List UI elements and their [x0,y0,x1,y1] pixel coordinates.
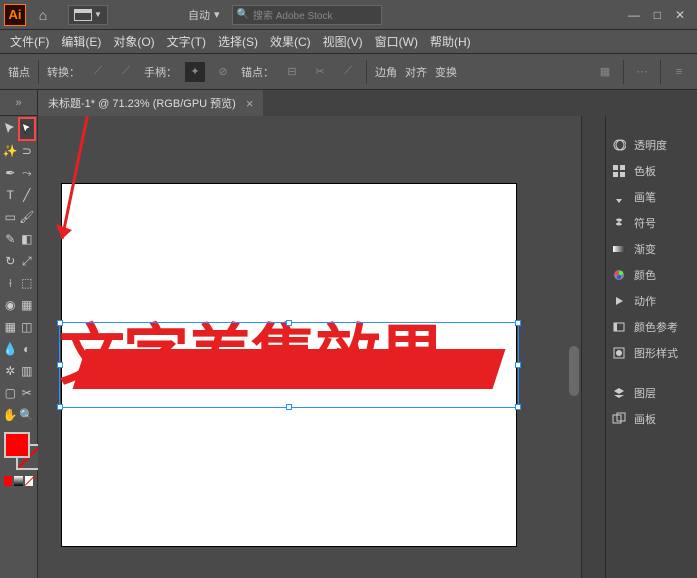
workspace-dropdown-icon[interactable]: ▾ [214,8,220,21]
width-tool[interactable]: ⟊ [2,272,19,294]
perspective-tool[interactable]: ▦ [19,294,36,316]
panel-color-guide[interactable]: 颜色参考 [606,314,697,340]
tab-close-icon[interactable]: × [246,96,254,111]
connect-anchor-icon[interactable]: ⟋ [338,62,358,82]
search-input[interactable]: 🔍 搜索 Adobe Stock [232,5,382,25]
anchor-label: 锚点 [8,64,30,80]
eyedropper-tool[interactable]: 💧 [2,338,19,360]
shape-builder-tool[interactable]: ◉ [2,294,19,316]
menu-edit[interactable]: 编辑(E) [57,31,105,52]
rotate-tool[interactable]: ↻ [2,250,19,272]
gradient-tool[interactable]: ◫ [19,316,36,338]
close-button[interactable]: ✕ [675,8,685,22]
document-tab-bar: » 未标题-1* @ 71.23% (RGB/GPU 预览) × [0,90,697,116]
fill-swatch[interactable] [4,432,30,458]
menu-icon[interactable]: ≡ [669,62,689,82]
handle-hide-icon[interactable]: ⊘ [213,62,233,82]
corner-label[interactable]: 边角 [375,64,397,80]
cut-path-icon[interactable]: ✂ [310,62,330,82]
blend-tool[interactable]: ◐ [19,338,36,360]
menu-effect[interactable]: 效果(C) [266,31,315,52]
maximize-button[interactable]: □ [654,8,661,22]
control-bar: 锚点 转换： ⟋ ⟋ 手柄： ✦ ⊘ 锚点： ⊟ ✂ ⟋ 边角 对齐 变换 ▦ … [0,54,697,90]
paintbrush-tool[interactable]: 🖌 [19,206,36,228]
search-icon: 🔍 [237,9,249,20]
search-placeholder: 搜索 Adobe Stock [253,7,332,22]
handle-label: 手柄： [144,64,177,80]
mesh-tool[interactable]: ▦ [2,316,19,338]
right-panel-dock: 透明度 色板 画笔 符号 渐变 颜色 动作 颜色参考 图形样式 图层 画板 [581,116,697,578]
anchor2-label: 锚点： [241,64,274,80]
tutorial-arrow-annotation [42,116,112,257]
menu-bar: 文件(F) 编辑(E) 对象(O) 文字(T) 选择(S) 效果(C) 视图(V… [0,30,697,54]
remove-anchor-icon[interactable]: ⊟ [282,62,302,82]
menu-select[interactable]: 选择(S) [214,31,262,52]
menu-help[interactable]: 帮助(H) [426,31,475,52]
panel-gradient[interactable]: 渐变 [606,236,697,262]
lasso-tool[interactable]: ⊃ [19,140,36,162]
direct-selection-tool[interactable] [19,118,36,140]
slice-tool[interactable]: ✂ [19,382,36,404]
graph-tool[interactable]: ▥ [19,360,36,382]
menu-view[interactable]: 视图(V) [319,31,367,52]
isolate-icon[interactable]: ▦ [595,62,615,82]
minimize-button[interactable]: — [628,8,640,22]
menu-object[interactable]: 对象(O) [109,31,158,52]
panel-layers[interactable]: 图层 [606,380,697,406]
transform-label[interactable]: 变换 [435,64,457,80]
rectangle-tool[interactable]: ▭ [2,206,19,228]
scale-tool[interactable]: ⤢ [19,250,36,272]
mini-color-swatch[interactable] [4,476,12,486]
title-bar: Ai ⌂ ▼ 自动 ▾ 🔍 搜索 Adobe Stock — □ ✕ [0,0,697,30]
panel-actions[interactable]: 动作 [606,288,697,314]
symbol-sprayer-tool[interactable]: ✲ [2,360,19,382]
home-icon[interactable]: ⌂ [32,4,54,26]
panel-brushes[interactable]: 画笔 [606,184,697,210]
artboard[interactable]: 文字差集效果 [62,184,516,546]
hand-tool[interactable]: ✋ [2,404,19,426]
document-tab[interactable]: 未标题-1* @ 71.23% (RGB/GPU 预览) × [38,90,263,116]
shaper-tool[interactable]: ✎ [2,228,19,250]
type-tool[interactable]: T [2,184,19,206]
document-tab-title: 未标题-1* @ 71.23% (RGB/GPU 预览) [48,95,236,111]
handle-show-icon[interactable]: ✦ [185,62,205,82]
align-label[interactable]: 对齐 [405,64,427,80]
artboard-tool[interactable]: ▢ [2,382,19,404]
panel-artboards[interactable]: 画板 [606,406,697,432]
workspace-label[interactable]: 自动 [188,7,210,23]
free-transform-tool[interactable]: ⬚ [19,272,36,294]
mini-none-swatch[interactable] [25,476,33,486]
color-swatches[interactable] [2,430,35,474]
curvature-tool[interactable]: ⤳ [19,162,36,184]
selection-bounding-box[interactable] [59,322,519,408]
magic-wand-tool[interactable]: ✨ [2,140,19,162]
panel-color[interactable]: 颜色 [606,262,697,288]
options-icon[interactable]: ⋯ [632,62,652,82]
zoom-tool[interactable]: 🔍 [19,404,36,426]
line-tool[interactable]: ╱ [19,184,36,206]
canvas-area: 文字差集效果 [38,116,581,578]
convert-label: 转换： [47,64,80,80]
menu-type[interactable]: 文字(T) [163,31,210,52]
panel-graphic-styles[interactable]: 图形样式 [606,340,697,366]
app-logo: Ai [4,4,26,26]
tab-bar-expand-icon[interactable]: » [0,90,38,116]
pen-tool[interactable]: ✒ [2,162,19,184]
panel-transparency[interactable]: 透明度 [606,132,697,158]
menu-file[interactable]: 文件(F) [6,31,53,52]
mini-gradient-swatch[interactable] [14,476,22,486]
tools-panel: ✨⊃ ✒⤳ T╱ ▭🖌 ✎◧ ↻⤢ ⟊⬚ ◉▦ ▦◫ 💧◐ ✲▥ ▢✂ ✋🔍 [0,116,38,578]
canvas-viewport[interactable]: 文字差集效果 [38,116,581,578]
arrange-documents-button[interactable]: ▼ [68,5,108,25]
vertical-scrollbar[interactable] [567,116,581,578]
selection-tool[interactable] [2,118,19,140]
menu-window[interactable]: 窗口(W) [371,31,422,52]
eraser-tool[interactable]: ◧ [19,228,36,250]
panel-swatches[interactable]: 色板 [606,158,697,184]
convert-smooth-icon[interactable]: ⟋ [116,62,136,82]
panel-symbols[interactable]: 符号 [606,210,697,236]
convert-corner-icon[interactable]: ⟋ [88,62,108,82]
